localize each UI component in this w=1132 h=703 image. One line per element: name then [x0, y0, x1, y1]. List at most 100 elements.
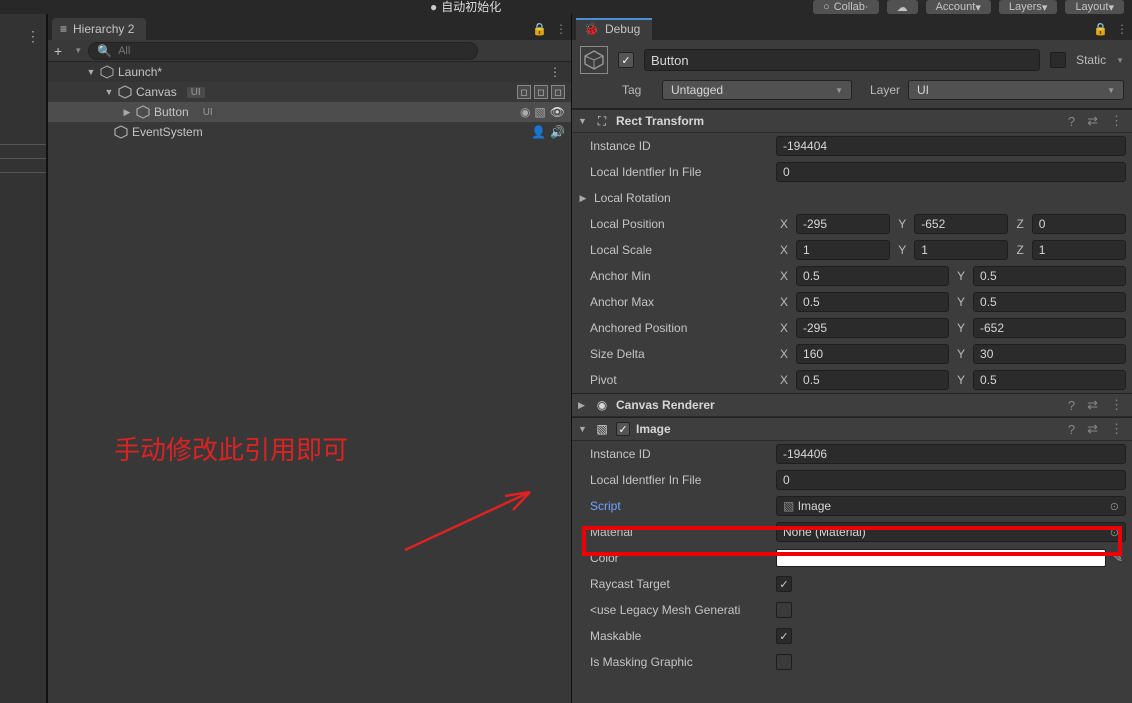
cloud-button[interactable]: ☁ [887, 0, 918, 14]
canvas-renderer-header[interactable]: ▶ ◉ Canvas Renderer ? ⇄ ⋮ [572, 393, 1132, 417]
object-picker-icon[interactable]: ⊙ [1110, 500, 1119, 513]
scene-label: Launch* [118, 65, 162, 79]
img-script-row: Script ▧ Image ⊙ [572, 493, 1132, 519]
layout-button[interactable]: Layout ▾ [1065, 0, 1124, 14]
pv-x-field[interactable]: 0.5 [796, 370, 949, 390]
fold-icon[interactable]: ▼ [104, 87, 114, 97]
sd-y-field[interactable]: 30 [973, 344, 1126, 364]
preset-icon[interactable]: ⇄ [1084, 421, 1101, 437]
image-icon[interactable]: ▧ [534, 105, 545, 119]
eyedropper-icon[interactable]: ✎ [1110, 551, 1126, 565]
more-icon[interactable]: ⋮ [555, 22, 567, 36]
tab-debug[interactable]: 🐞 Debug [576, 18, 652, 40]
color-field[interactable] [776, 549, 1106, 567]
debug-icon: 🐞 [584, 22, 599, 36]
amax-y-field[interactable]: 0.5 [973, 292, 1126, 312]
scene-menu-icon[interactable]: ⋮ [549, 65, 561, 79]
fold-icon[interactable]: ▶ [578, 193, 588, 204]
img-local-ident-row: Local Identfier In File 0 [572, 467, 1132, 493]
script-field[interactable]: ▧ Image ⊙ [776, 496, 1126, 516]
static-checkbox[interactable] [1050, 52, 1066, 68]
amin-y-field[interactable]: 0.5 [973, 266, 1126, 286]
ap-y-field[interactable]: -652 [973, 318, 1126, 338]
raycast-checkbox[interactable]: ✓ [776, 576, 792, 592]
ap-x-field[interactable]: -295 [796, 318, 949, 338]
menu-icon[interactable]: ⋮ [1107, 113, 1126, 129]
eventsystem-row[interactable]: EventSystem 👤 🔊 [48, 122, 571, 142]
masking-checkbox [776, 654, 792, 670]
active-checkbox[interactable]: ✓ [618, 52, 634, 68]
button-row[interactable]: ▶ Button UI ◉ ▧ 👁 [48, 102, 571, 122]
ui-badge: UI [187, 87, 205, 98]
layers-button[interactable]: Layers ▾ [999, 0, 1058, 14]
legacy-checkbox [776, 602, 792, 618]
eye-icon[interactable]: 👁 [550, 105, 565, 119]
amax-x-field[interactable]: 0.5 [796, 292, 949, 312]
scale-z-field[interactable]: 1 [1032, 240, 1126, 260]
scale-y-field[interactable]: 1 [914, 240, 1008, 260]
fold-icon[interactable]: ▼ [578, 116, 588, 126]
pv-y-field[interactable]: 0.5 [973, 370, 1126, 390]
account-button[interactable]: Account ▾ [926, 0, 991, 14]
scene-row[interactable]: ▼ Launch* ⋮ [48, 62, 571, 82]
lock-icon[interactable]: 🔒 [532, 22, 547, 36]
pos-z-field[interactable]: 0 [1032, 214, 1126, 234]
visibility-icon[interactable]: ◉ [520, 105, 530, 119]
lock-icon[interactable]: 🔒 [1093, 22, 1108, 36]
sd-x-field[interactable]: 160 [796, 344, 949, 364]
local-ident-field[interactable]: 0 [776, 162, 1126, 182]
menu-icon[interactable]: ⋮ [1107, 397, 1126, 413]
anchor-max-row: Anchor Max X0.5 Y0.5 [572, 289, 1132, 315]
img-material-row: Material None (Material) ⊙ [572, 519, 1132, 545]
object-picker-icon[interactable]: ⊙ [1110, 526, 1119, 539]
add-button[interactable]: + [54, 43, 68, 59]
search-input[interactable] [118, 45, 469, 57]
local-rotation-row[interactable]: ▶ Local Rotation [572, 185, 1132, 211]
tab-hierarchy[interactable]: ≡ Hierarchy 2 [52, 18, 146, 40]
menu-icon[interactable]: ⋮ [1107, 421, 1126, 437]
img-instance-id-field[interactable]: -194406 [776, 444, 1126, 464]
fold-icon[interactable]: ▶ [578, 400, 588, 411]
pos-x-field[interactable]: -295 [796, 214, 890, 234]
instance-id-field[interactable]: -194404 [776, 136, 1126, 156]
tab-debug-label: Debug [605, 22, 640, 36]
help-icon[interactable]: ? [1065, 398, 1078, 413]
inspector-tab-row: 🐞 Debug 🔒 ⋮ [572, 14, 1132, 40]
more-icon[interactable]: ⋮ [1116, 22, 1128, 36]
eventsystem-label: EventSystem [132, 125, 203, 139]
amin-x-field[interactable]: 0.5 [796, 266, 949, 286]
rect-transform-header[interactable]: ▼ ⛶ Rect Transform ? ⇄ ⋮ [572, 109, 1132, 133]
tag-dropdown[interactable]: Untagged▼ [662, 80, 852, 100]
ui-badge: UI [199, 107, 217, 118]
add-dropdown-icon[interactable]: ▼ [74, 46, 82, 55]
hierarchy-tab-row: ≡ Hierarchy 2 🔒 ⋮ [48, 14, 571, 40]
static-dropdown-icon[interactable]: ▼ [1116, 56, 1124, 65]
gameobject-cube-icon[interactable] [580, 46, 608, 74]
img-local-ident-field[interactable]: 0 [776, 470, 1126, 490]
fold-icon[interactable]: ▶ [122, 107, 132, 118]
fold-icon[interactable]: ▼ [578, 424, 588, 434]
collab-button[interactable]: ○ Collab · [813, 0, 879, 14]
canvas-label: Canvas [136, 85, 177, 99]
pos-y-field[interactable]: -652 [914, 214, 1008, 234]
material-field[interactable]: None (Material) ⊙ [776, 522, 1126, 542]
fold-icon[interactable]: ▼ [86, 67, 96, 77]
maskable-checkbox[interactable]: ✓ [776, 628, 792, 644]
inspector-panel: 🐞 Debug 🔒 ⋮ ✓ Button Static ▼ Tag [572, 14, 1132, 703]
canvas-row[interactable]: ▼ Canvas UI ◻◻◻ [48, 82, 571, 102]
button-label: Button [154, 105, 189, 119]
image-enabled-checkbox[interactable]: ✓ [616, 422, 630, 436]
hierarchy-search[interactable]: 🔍 [88, 42, 478, 60]
preset-icon[interactable]: ⇄ [1084, 113, 1101, 129]
help-icon[interactable]: ? [1065, 422, 1078, 437]
static-label: Static [1076, 53, 1106, 67]
preset-icon[interactable]: ⇄ [1084, 397, 1101, 413]
more-icon[interactable]: ⋮ [26, 28, 40, 45]
layer-dropdown[interactable]: UI▼ [908, 80, 1124, 100]
scale-x-field[interactable]: 1 [796, 240, 890, 260]
local-position-row: Local Position X-295 Y-652 Z0 [572, 211, 1132, 237]
gameobject-name-field[interactable]: Button [644, 49, 1040, 71]
anchored-position-row: Anchored Position X-295 Y-652 [572, 315, 1132, 341]
help-icon[interactable]: ? [1065, 114, 1078, 129]
image-header[interactable]: ▼ ▧ ✓ Image ? ⇄ ⋮ [572, 417, 1132, 441]
